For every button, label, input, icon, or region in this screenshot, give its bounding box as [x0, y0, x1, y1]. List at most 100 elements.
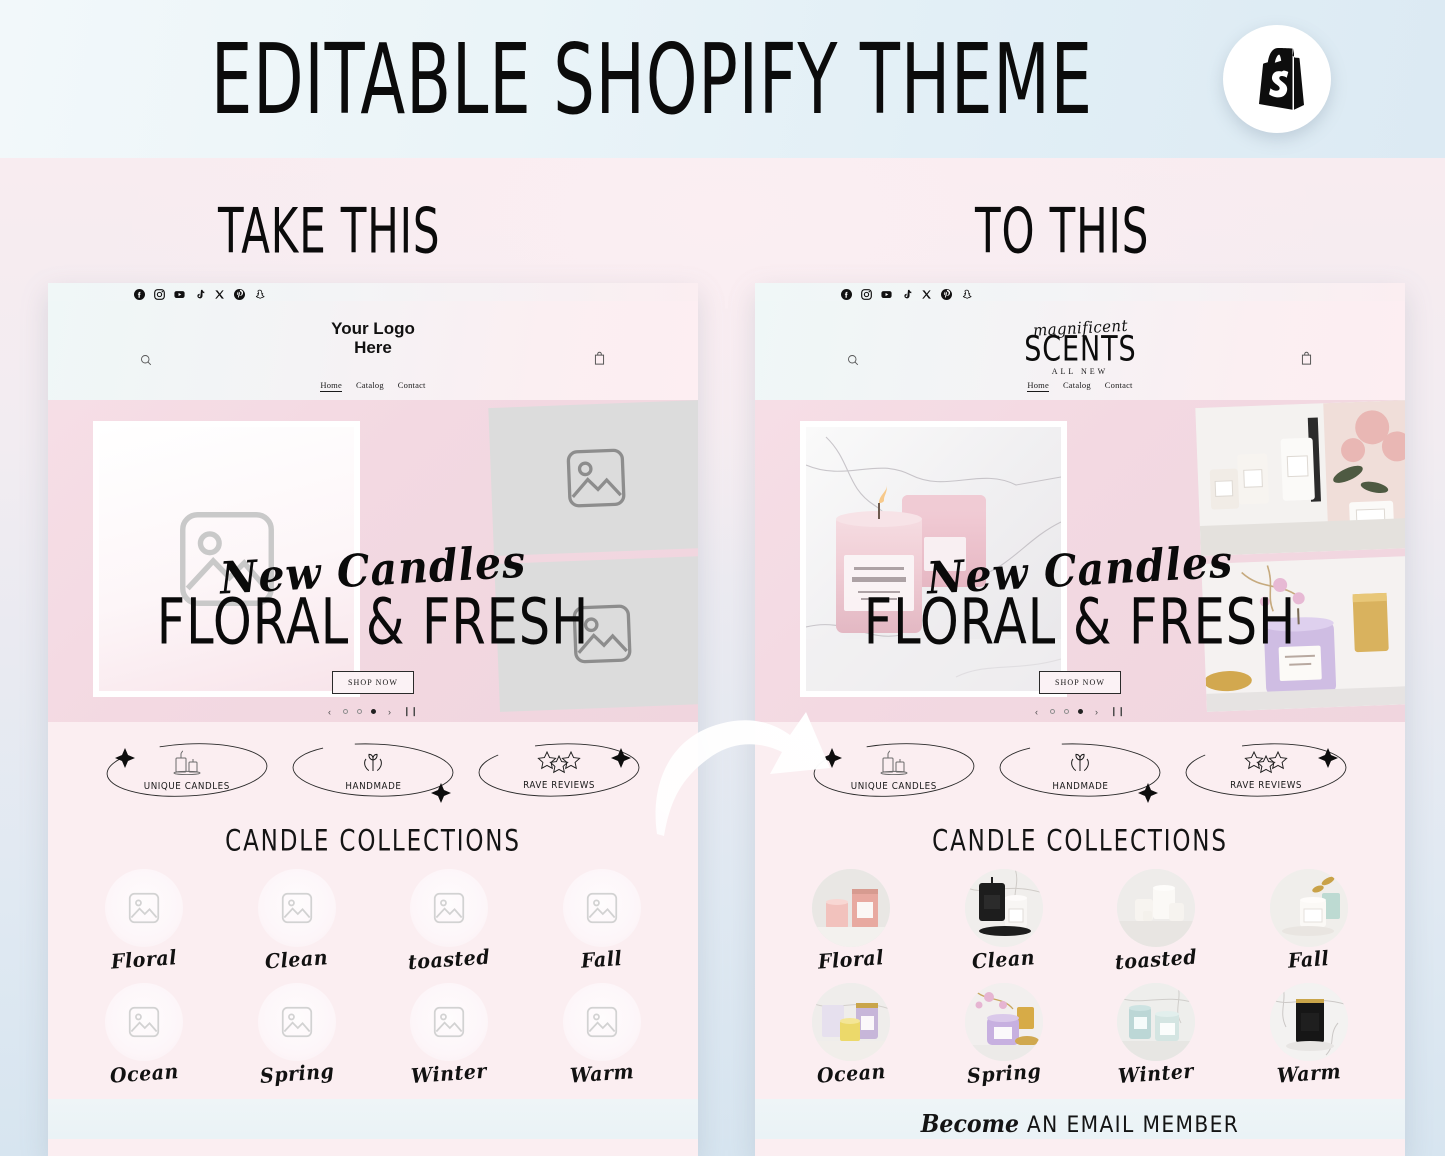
collection-thumb-ocean: [812, 983, 891, 1061]
carousel-dot-active[interactable]: [1077, 709, 1083, 714]
shop-now-button[interactable]: SHOP NOW: [1038, 671, 1122, 694]
instagram-icon[interactable]: [154, 287, 165, 300]
collection-item[interactable]: Fall: [1233, 869, 1386, 973]
oval-outline: [813, 743, 975, 797]
badge-label: UNIQUE CANDLES: [850, 780, 938, 792]
youtube-icon[interactable]: [174, 287, 185, 298]
badge-unique-candles: UNIQUE CANDLES: [810, 735, 978, 805]
collection-item[interactable]: Fall: [526, 869, 679, 973]
collection-thumb: [410, 869, 489, 947]
collections-title: CANDLE COLLECTIONS: [225, 823, 521, 858]
x-twitter-icon[interactable]: [214, 287, 225, 299]
collection-item[interactable]: Clean: [928, 869, 1081, 974]
pinterest-icon[interactable]: [941, 287, 952, 300]
pinterest-icon[interactable]: [234, 287, 245, 300]
shop-now-button[interactable]: SHOP NOW: [331, 671, 415, 694]
collection-item[interactable]: Warm: [526, 983, 679, 1088]
badges-row-before: UNIQUE CANDLES HANDMADE RAVE REVIEWS: [48, 722, 698, 818]
shopify-bag-icon: [1247, 44, 1307, 115]
mockup-after: magnificent SCENTS ALL NEW Home Catalog …: [755, 283, 1405, 1156]
collection-item[interactable]: Floral: [68, 869, 221, 974]
collection-item[interactable]: Warm: [1233, 983, 1386, 1088]
social-bar-after: [755, 283, 1405, 301]
logo-line-2: Here: [354, 338, 392, 358]
x-twitter-icon[interactable]: [921, 287, 932, 299]
collection-item[interactable]: Clean: [221, 869, 374, 974]
collection-name: Clean: [264, 946, 330, 974]
pause-icon[interactable]: ❙❙: [1110, 706, 1125, 717]
collection-item[interactable]: Winter: [373, 983, 526, 1088]
logo-line-1: Your Logo: [331, 319, 415, 338]
collection-item[interactable]: Ocean: [775, 983, 928, 1089]
snapchat-icon[interactable]: [254, 287, 265, 299]
badges-row-after: UNIQUE CANDLES HANDMADE RAVE REVIEWS: [755, 722, 1405, 818]
carousel-dot[interactable]: [1063, 709, 1069, 714]
mockup-before: Your Logo Here Home Catalog Contact SUMM…: [48, 283, 698, 1156]
collection-thumb-fall: [1269, 869, 1348, 947]
nav-contact[interactable]: Contact: [1105, 380, 1133, 392]
carousel-dot-active[interactable]: [370, 709, 376, 714]
collection-item[interactable]: Ocean: [68, 983, 221, 1088]
collection-thumb-warm: [1269, 983, 1348, 1061]
hero-before: SUMMER New Candles FLORAL & FRESH SHOP N…: [48, 400, 698, 722]
site-header-after: magnificent SCENTS ALL NEW Home Catalog …: [755, 301, 1405, 400]
tiktok-icon[interactable]: [194, 287, 205, 298]
oval-outline: [1185, 743, 1347, 797]
hero-copy-after: New Candles FLORAL & FRESH SHOP NOW: [755, 536, 1405, 694]
logo-after[interactable]: magnificent SCENTS ALL NEW: [755, 316, 1405, 376]
badge-handmade: HANDMADE: [289, 735, 457, 805]
collection-thumb: [257, 869, 336, 947]
youtube-icon[interactable]: [881, 287, 892, 298]
collection-item[interactable]: toasted: [1080, 869, 1233, 974]
badge-label: RAVE REVIEWS: [523, 779, 595, 791]
pause-icon[interactable]: ❙❙: [403, 706, 418, 717]
nav-catalog[interactable]: Catalog: [356, 380, 384, 392]
snapchat-icon[interactable]: [961, 287, 972, 299]
nav-catalog[interactable]: Catalog: [1063, 380, 1091, 392]
badge-handmade: HANDMADE: [996, 735, 1164, 805]
tiktok-icon[interactable]: [901, 287, 912, 298]
collection-item[interactable]: Spring: [928, 983, 1081, 1088]
carousel-dot[interactable]: [356, 709, 362, 714]
hero-display-line: FLORAL & FRESH: [156, 586, 590, 660]
chevron-left-icon[interactable]: ‹: [328, 707, 331, 717]
facebook-icon[interactable]: [134, 287, 145, 300]
carousel-dot[interactable]: [342, 709, 348, 714]
collection-thumb-floral: [812, 869, 891, 947]
badge-label: HANDMADE: [344, 780, 402, 792]
collection-thumb-clean: [964, 869, 1043, 947]
instagram-icon[interactable]: [861, 287, 872, 300]
collection-name: Warm: [1275, 1060, 1342, 1088]
collection-thumb: [257, 983, 336, 1061]
collection-item[interactable]: toasted: [373, 869, 526, 974]
chevron-right-icon[interactable]: ›: [1095, 707, 1098, 717]
top-banner: EDITABLE SHOPIFY THEME: [0, 0, 1445, 158]
nav-home[interactable]: Home: [320, 380, 342, 392]
logo-before[interactable]: Your Logo Here: [48, 319, 698, 357]
site-nav-before: Home Catalog Contact: [48, 380, 698, 392]
collection-thumb-toasted: [1117, 869, 1196, 947]
oval-outline: [999, 743, 1161, 803]
collection-name: Winter: [1117, 1059, 1195, 1089]
chevron-right-icon[interactable]: ›: [388, 707, 391, 717]
collection-item[interactable]: Winter: [1080, 983, 1233, 1088]
label-to-this: TO THIS: [975, 194, 1150, 268]
chevron-left-icon[interactable]: ‹: [1035, 707, 1038, 717]
collection-thumb: [562, 869, 641, 947]
nav-home[interactable]: Home: [1027, 380, 1049, 392]
carousel-dot[interactable]: [1049, 709, 1055, 714]
collection-item[interactable]: Floral: [775, 869, 928, 974]
collection-name: Winter: [410, 1059, 488, 1089]
collections-after: CANDLE COLLECTIONS Floral Clean toasted: [755, 818, 1405, 1156]
hero-display-line: FLORAL & FRESH: [863, 586, 1297, 660]
facebook-icon[interactable]: [841, 287, 852, 300]
badge-unique-candles: UNIQUE CANDLES: [103, 735, 271, 805]
oval-outline: [106, 743, 268, 797]
hero-carousel-controls: ‹ › ❙❙: [48, 706, 698, 717]
collection-name: toasted: [407, 945, 492, 975]
collection-name: Ocean: [816, 1059, 887, 1089]
collection-item[interactable]: Spring: [221, 983, 374, 1088]
logo-wordmark: SCENTS: [1023, 329, 1137, 370]
nav-contact[interactable]: Contact: [398, 380, 426, 392]
comparison-labels: TAKE THIS TO THIS: [0, 195, 1445, 280]
